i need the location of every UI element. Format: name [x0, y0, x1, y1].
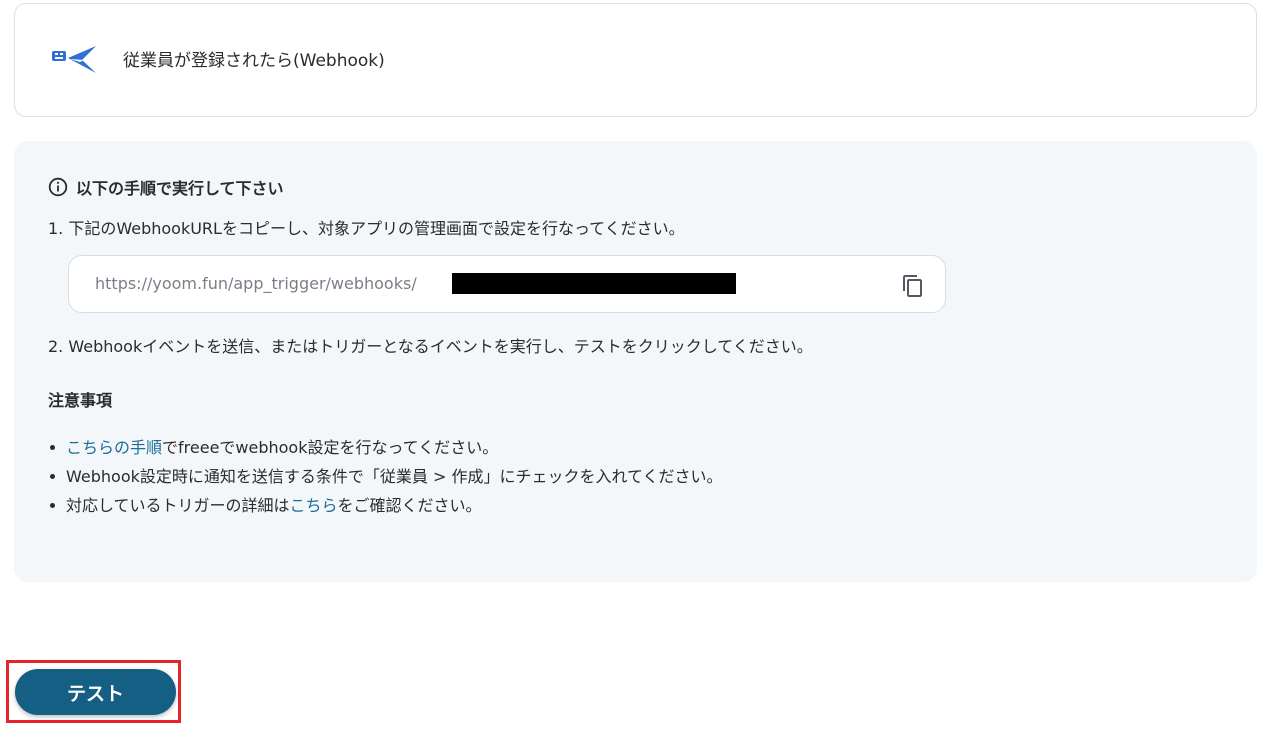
trigger-card: 従業員が登録されたら(Webhook): [14, 3, 1257, 117]
instruction-step-2: 2. Webhookイベントを送信、またはトリガーとなるイベントを実行し、テスト…: [48, 337, 813, 356]
note-text: 対応しているトリガーの詳細は: [66, 496, 290, 515]
list-item: こちらの手順でfreeeでwebhook設定を行なってください。: [48, 433, 723, 462]
instructions-heading: 以下の手順で実行して下さい: [48, 175, 284, 199]
instructions-heading-text: 以下の手順で実行して下さい: [76, 179, 284, 198]
copy-icon: [903, 275, 922, 297]
setup-guide-link[interactable]: こちらの手順: [66, 438, 162, 457]
note-text: Webhook設定時に通知を送信する条件で「従業員 > 作成」にチェックを入れて…: [66, 467, 723, 486]
note-text: をご確認ください。: [337, 496, 482, 515]
instruction-step-1: 1. 下記のWebhookURLをコピーし、対象アプリの管理画面で設定を行なって…: [48, 219, 685, 238]
copy-button[interactable]: [901, 274, 925, 298]
trigger-title: 従業員が登録されたら(Webhook): [123, 51, 385, 71]
test-button[interactable]: テスト: [15, 669, 176, 715]
trigger-details-link[interactable]: こちら: [290, 496, 338, 515]
instructions-panel: 以下の手順で実行して下さい 1. 下記のWebhookURLをコピーし、対象アプ…: [14, 141, 1257, 582]
freee-bird-icon: [52, 46, 98, 76]
notes-heading: 注意事項: [48, 391, 113, 410]
webhook-url-field[interactable]: https://yoom.fun/app_trigger/webhooks/: [68, 255, 946, 313]
notes-list: こちらの手順でfreeeでwebhook設定を行なってください。 Webhook…: [48, 433, 723, 520]
info-icon: [48, 177, 68, 197]
url-redaction-block: [452, 273, 736, 294]
note-text: でfreeeでwebhook設定を行なってください。: [162, 438, 499, 457]
list-item: 対応しているトリガーの詳細はこちらをご確認ください。: [48, 491, 723, 520]
webhook-url-text[interactable]: https://yoom.fun/app_trigger/webhooks/: [95, 273, 417, 295]
list-item: Webhook設定時に通知を送信する条件で「従業員 > 作成」にチェックを入れて…: [48, 462, 723, 491]
